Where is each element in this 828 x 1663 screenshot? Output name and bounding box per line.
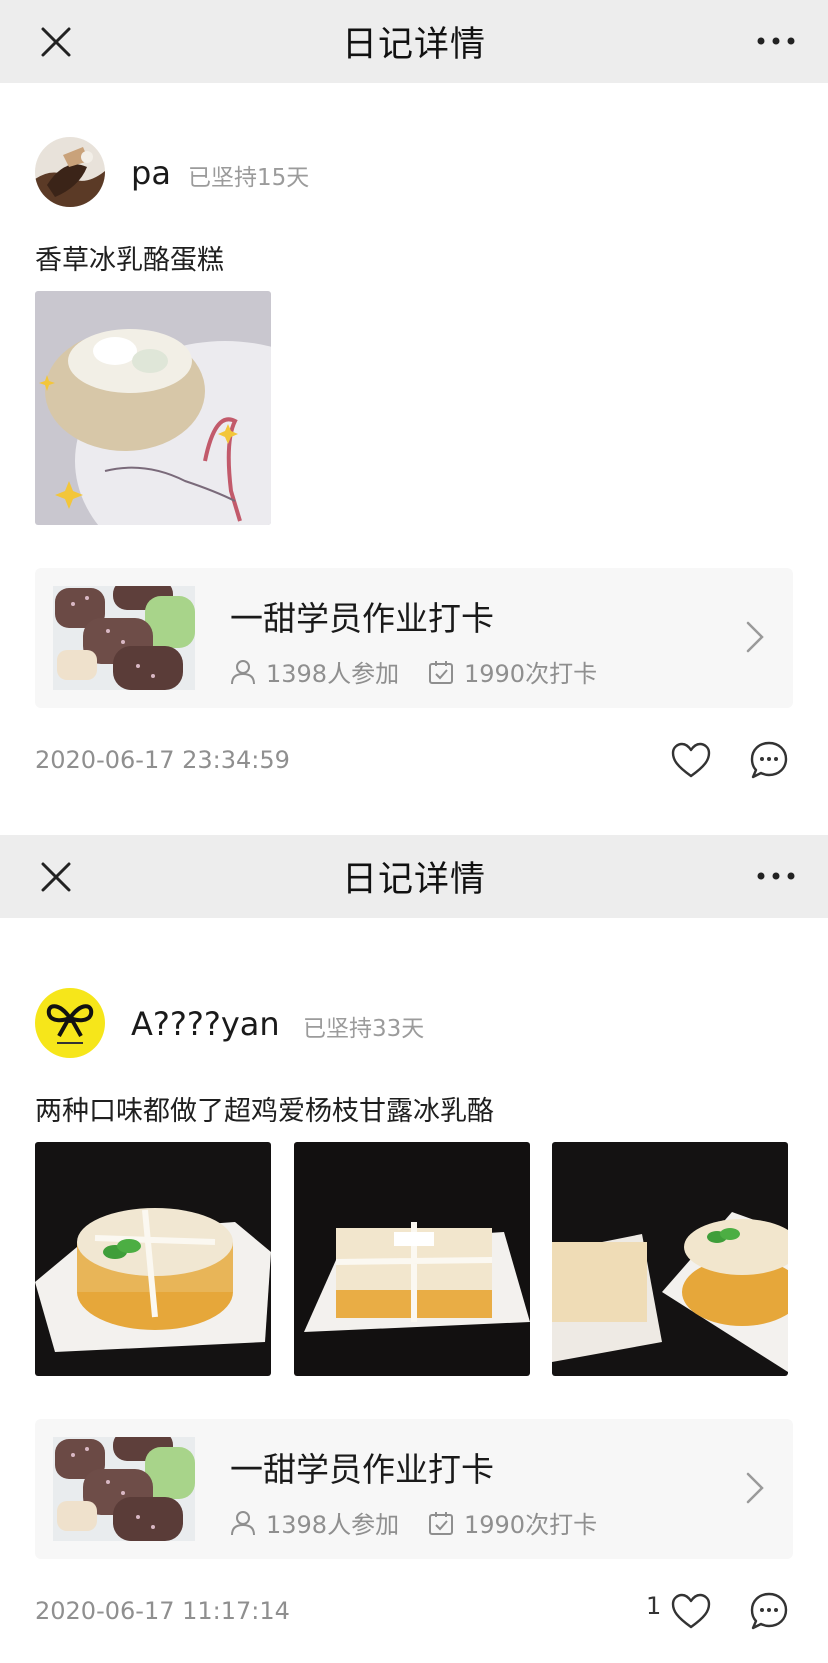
post-photo[interactable]: [552, 1142, 788, 1376]
members-count: 1398人参加: [266, 1511, 400, 1539]
checkins-count: 1990次打卡: [464, 660, 598, 688]
avatar[interactable]: [35, 988, 105, 1058]
comment-icon[interactable]: [749, 1591, 789, 1631]
person-icon: [231, 1510, 255, 1535]
avatar[interactable]: [35, 137, 105, 207]
post-text: 两种口味都做了超鸡爱杨枝甘露冰乳酪: [35, 1096, 494, 1127]
heart-icon[interactable]: [671, 742, 711, 780]
navbar: 日记详情: [0, 0, 828, 83]
calendar-check-icon: [429, 660, 453, 684]
members-count: 1398人参加: [266, 660, 400, 688]
close-icon[interactable]: [38, 859, 74, 895]
more-icon[interactable]: [756, 865, 796, 887]
group-thumbnail: [53, 1437, 195, 1541]
checkins-count: 1990次打卡: [464, 1511, 598, 1539]
close-icon[interactable]: [38, 24, 74, 60]
chevron-right-icon: [746, 1472, 764, 1504]
username[interactable]: A????yan: [131, 1005, 280, 1043]
group-name: 一甜学员作业打卡: [230, 1450, 494, 1489]
group-card[interactable]: 一甜学员作业打卡 1398人参加 1990次打卡: [35, 568, 793, 708]
diary-screen-1: 日记详情 pa 已坚持15天 香草冰乳酪蛋糕 一甜学员作业打卡 1398人参加 …: [0, 0, 828, 835]
post-timestamp: 2020-06-17 23:34:59: [35, 746, 290, 774]
heart-icon[interactable]: [671, 1593, 711, 1631]
page-title: 日记详情: [341, 25, 486, 65]
checkins-stat: 1990次打卡: [428, 1505, 597, 1540]
members-stat: 1398人参加: [230, 1505, 399, 1540]
post-timestamp: 2020-06-17 11:17:14: [35, 1597, 290, 1625]
post-photo[interactable]: [294, 1142, 530, 1376]
post-photo[interactable]: [35, 291, 271, 525]
more-icon[interactable]: [756, 30, 796, 52]
streak-label: 已坚持33天: [303, 1016, 425, 1042]
group-thumbnail: [53, 586, 195, 690]
group-name: 一甜学员作业打卡: [230, 599, 494, 638]
username[interactable]: pa: [131, 154, 171, 192]
page-title: 日记详情: [341, 860, 486, 900]
group-card[interactable]: 一甜学员作业打卡 1398人参加 1990次打卡: [35, 1419, 793, 1559]
person-icon: [231, 659, 255, 684]
members-stat: 1398人参加: [230, 654, 399, 689]
streak-label: 已坚持15天: [188, 165, 310, 191]
post-photo[interactable]: [35, 1142, 271, 1376]
chevron-right-icon: [746, 621, 764, 653]
calendar-check-icon: [429, 1511, 453, 1535]
comment-icon[interactable]: [749, 740, 789, 780]
diary-screen-2: 日记详情 A????yan 已坚持33天 两种口味都做了超鸡爱杨枝甘露冰乳酪 一…: [0, 835, 828, 1663]
post-text: 香草冰乳酪蛋糕: [35, 245, 224, 276]
navbar: 日记详情: [0, 835, 828, 918]
like-count: 1: [646, 1592, 662, 1620]
checkins-stat: 1990次打卡: [428, 654, 597, 689]
